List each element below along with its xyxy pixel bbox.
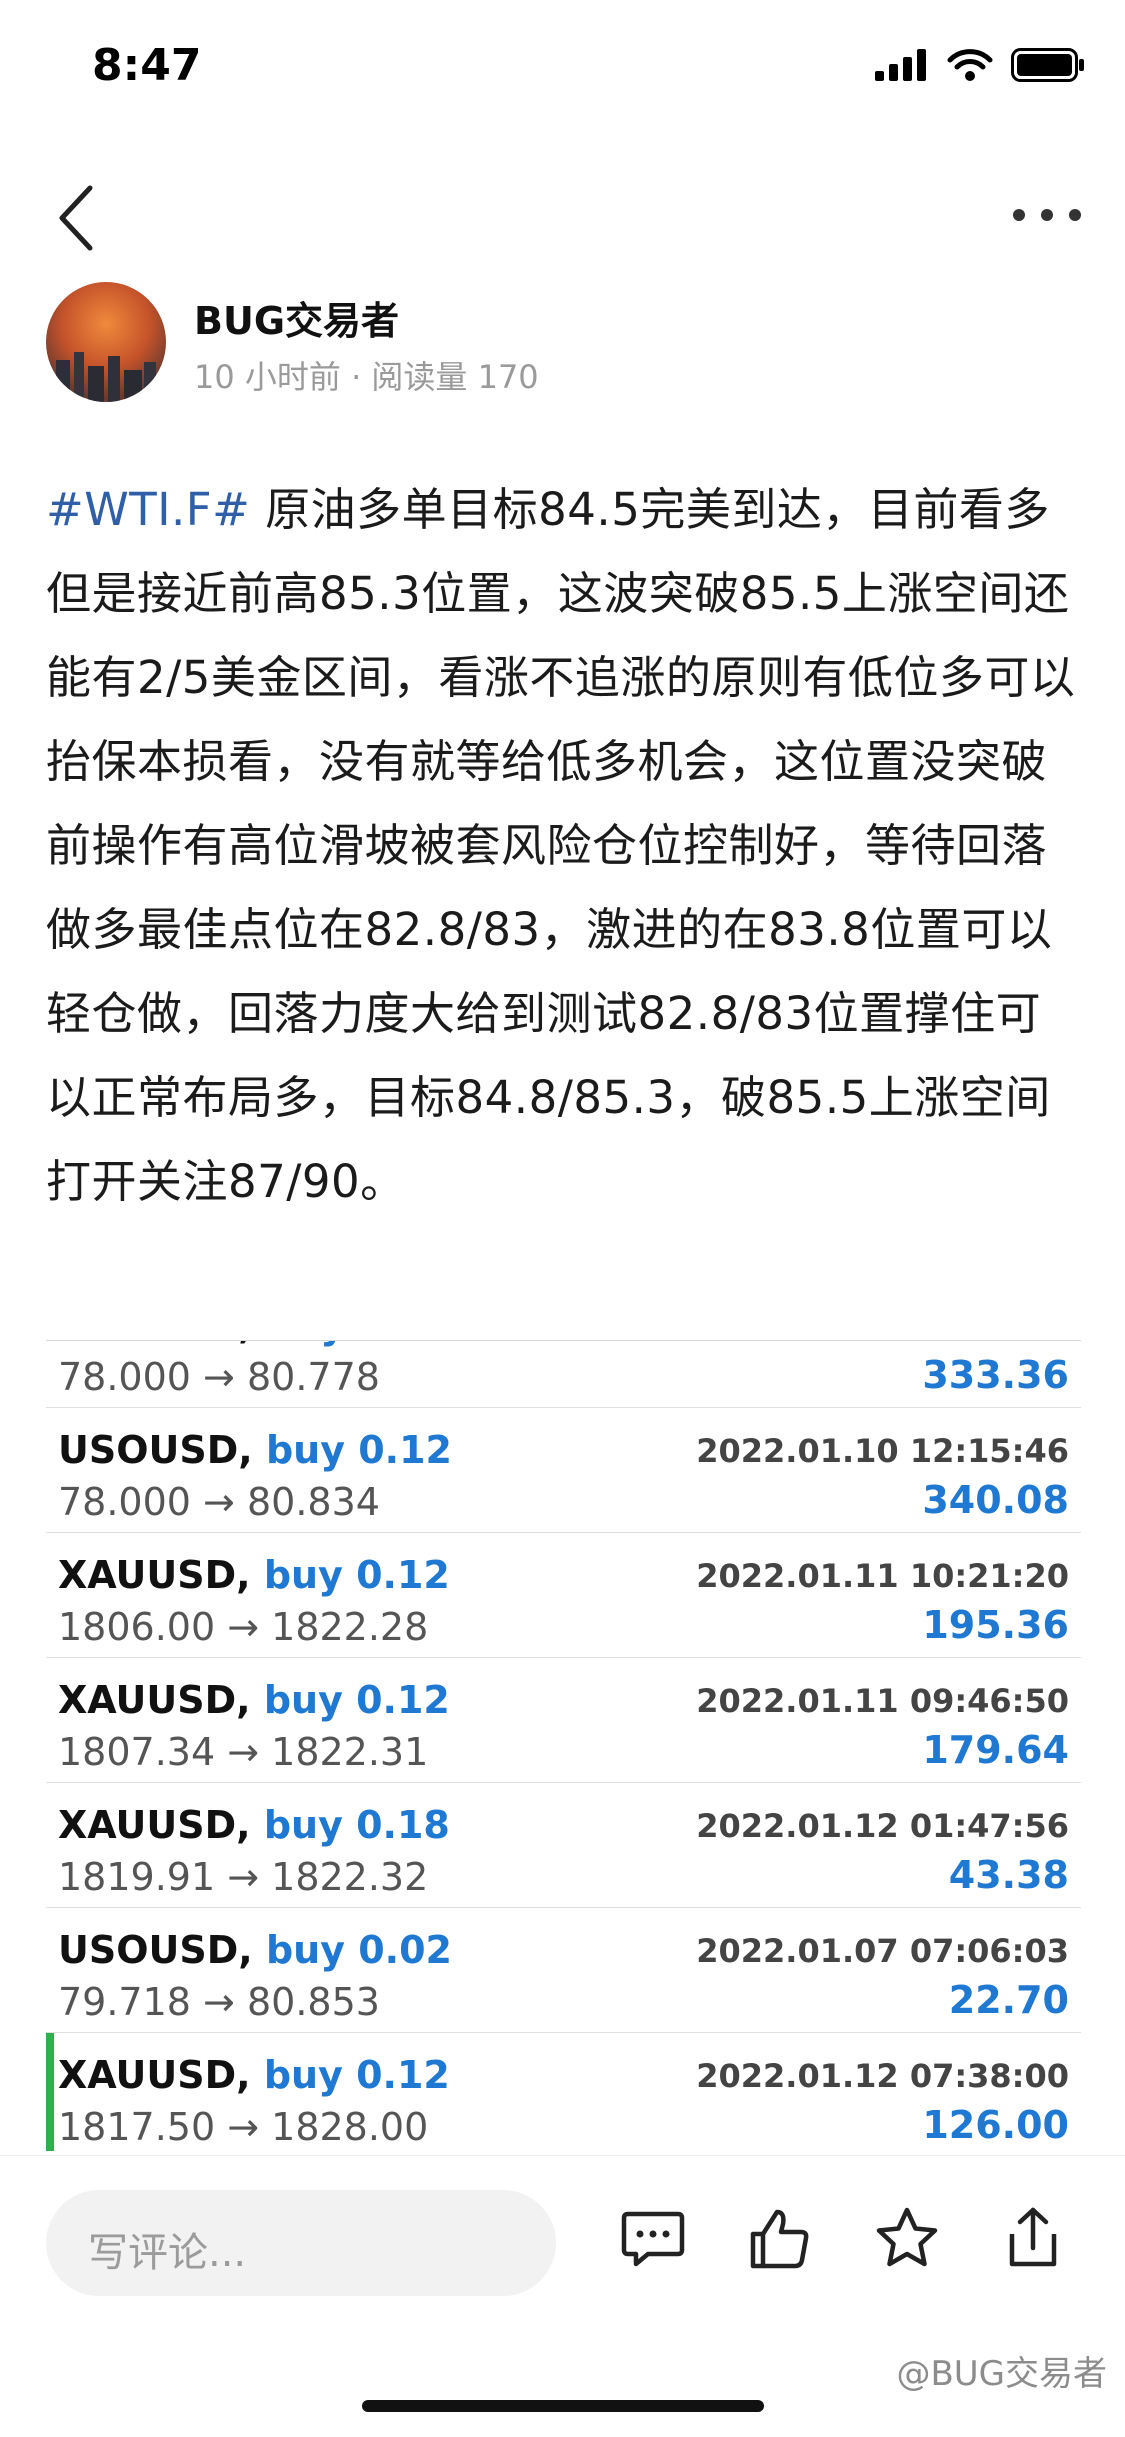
trade-row: USOUSD, buy 0.12 2022.01.10 12:15:46 78.00… <box>46 1408 1081 1533</box>
watermark: @BUG交易者 <box>896 2354 1107 2394</box>
share-icon <box>1009 2207 1057 2267</box>
author-name[interactable]: BUG交易者 <box>194 290 399 345</box>
more-icon <box>1013 209 1081 221</box>
author-header: BUG交易者 10 小时前 · 阅读量 170 <box>46 282 1086 412</box>
trade-symbol: XAUUSD, buy 0.12 <box>58 1678 450 1722</box>
favorite-button[interactable] <box>872 2204 942 2274</box>
symbol-name: USOUSD, <box>58 1341 253 1347</box>
comment-input[interactable]: 写评论... <box>46 2190 556 2296</box>
symbol-name: USOUSD, <box>58 1428 253 1472</box>
trade-time: 2022.01.11 10:21:20 <box>696 1557 1069 1595</box>
trade-row: XAUUSD, buy 0.12 2022.01.11 09:46:50 1807.… <box>46 1658 1081 1783</box>
trade-row: USOUSD, buy 0.02 2022.01.07 07:06:03 79.71… <box>46 1908 1081 2033</box>
post-meta: 10 小时前 · 阅读量 170 <box>194 358 539 396</box>
trade-side: buy 0.12 <box>266 1341 452 1347</box>
trade-profit: 43.38 <box>948 1853 1069 1897</box>
bottom-action-bar: 写评论... @BUG交易者 <box>0 2155 1125 2437</box>
trade-symbol: XAUUSD, buy 0.12 <box>58 2053 450 2097</box>
trade-list: USOUSD, buy 0.1278.000 → 80.778333.36USO… <box>46 1341 1081 2151</box>
trade-row: USOUSD, buy 0.12 78.000 → 80.778 333.36 <box>46 1341 1081 1408</box>
symbol-name: XAUUSD, <box>58 1553 251 1597</box>
trade-profit: 195.36 <box>922 1603 1069 1647</box>
trade-time: 2022.01.12 01:47:56 <box>696 1807 1069 1845</box>
symbol-name: XAUUSD, <box>58 1678 251 1722</box>
trade-prices: 1817.50 → 1828.00 <box>58 2105 429 2149</box>
trade-symbol: XAUUSD, buy 0.18 <box>58 1803 450 1847</box>
trade-symbol: XAUUSD, buy 0.12 <box>58 1553 450 1597</box>
star-icon <box>876 2207 938 2267</box>
trade-prices: 1807.34 → 1822.31 <box>58 1730 429 1774</box>
trade-row: XAUUSD, buy 0.12 2022.01.12 07:38:00 1817.… <box>46 2033 1081 2151</box>
trade-row: XAUUSD, buy 0.12 2022.01.11 10:21:20 1806.… <box>46 1533 1081 1658</box>
trade-time: 2022.01.11 09:46:50 <box>696 1682 1069 1720</box>
trade-profit: 22.70 <box>948 1978 1069 2022</box>
trade-prices: 79.718 → 80.853 <box>58 1980 380 2024</box>
trade-row: XAUUSD, buy 0.18 2022.01.12 01:47:56 1819.… <box>46 1783 1081 1908</box>
comment-button[interactable] <box>618 2204 688 2274</box>
back-button[interactable] <box>50 178 110 258</box>
trade-side: buy 0.12 <box>263 1678 450 1722</box>
trade-symbol: USOUSD, buy 0.12 <box>58 1341 452 1347</box>
trade-symbol: USOUSD, buy 0.02 <box>58 1928 452 1972</box>
nav-bar <box>0 160 1125 270</box>
trade-symbol: USOUSD, buy 0.12 <box>58 1428 452 1472</box>
trade-profit: 333.36 <box>922 1353 1069 1397</box>
comment-icon <box>621 2211 685 2267</box>
back-arrow-icon <box>59 185 93 251</box>
trade-side: buy 0.18 <box>263 1803 450 1847</box>
trade-side: buy 0.12 <box>265 1428 452 1472</box>
avatar[interactable] <box>46 282 166 402</box>
post-body: #WTI.F# 原油多单目标84.5完美到达，目前看多但是接近前高85.3位置，… <box>46 468 1086 1224</box>
battery-icon <box>1011 48 1084 82</box>
status-bar: 8:47 <box>0 0 1125 130</box>
trade-time: 2022.01.07 07:06:03 <box>696 1932 1069 1970</box>
post-text: 原油多单目标84.5完美到达，目前看多但是接近前高85.3位置，这波突破85.5… <box>46 483 1076 1208</box>
hashtag-link[interactable]: #WTI.F# <box>46 483 250 536</box>
trade-history-image: USOUSD, buy 0.1278.000 → 80.778333.36USO… <box>46 1340 1081 2151</box>
wifi-icon <box>947 49 993 81</box>
trade-profit: 340.08 <box>922 1478 1069 1522</box>
trade-time: 2022.01.12 07:38:00 <box>696 2057 1069 2095</box>
trade-side: buy 0.12 <box>263 2053 450 2097</box>
symbol-name: USOUSD, <box>58 1928 253 1972</box>
avatar-image <box>56 352 156 402</box>
trade-prices: 78.000 → 80.778 <box>58 1355 380 1399</box>
trade-time: 2022.01.10 12:15:46 <box>696 1432 1069 1470</box>
trade-prices: 78.000 → 80.834 <box>58 1480 380 1524</box>
share-button[interactable] <box>998 2204 1068 2274</box>
trade-profit: 179.64 <box>922 1728 1069 1772</box>
home-indicator <box>362 2400 764 2412</box>
like-icon <box>750 2209 809 2269</box>
trade-prices: 1819.91 → 1822.32 <box>58 1855 429 1899</box>
symbol-name: XAUUSD, <box>58 2053 251 2097</box>
trade-side: buy 0.12 <box>263 1553 450 1597</box>
like-button[interactable] <box>745 2204 815 2274</box>
more-button[interactable] <box>1007 190 1087 240</box>
signal-icon <box>875 49 926 81</box>
status-time: 8:47 <box>92 40 202 91</box>
status-icons <box>875 48 1085 82</box>
comment-placeholder: 写评论... <box>88 2230 247 2276</box>
trade-profit: 126.00 <box>922 2103 1069 2147</box>
symbol-name: XAUUSD, <box>58 1803 251 1847</box>
trade-prices: 1806.00 → 1822.28 <box>58 1605 429 1649</box>
trade-side: buy 0.02 <box>265 1928 452 1972</box>
